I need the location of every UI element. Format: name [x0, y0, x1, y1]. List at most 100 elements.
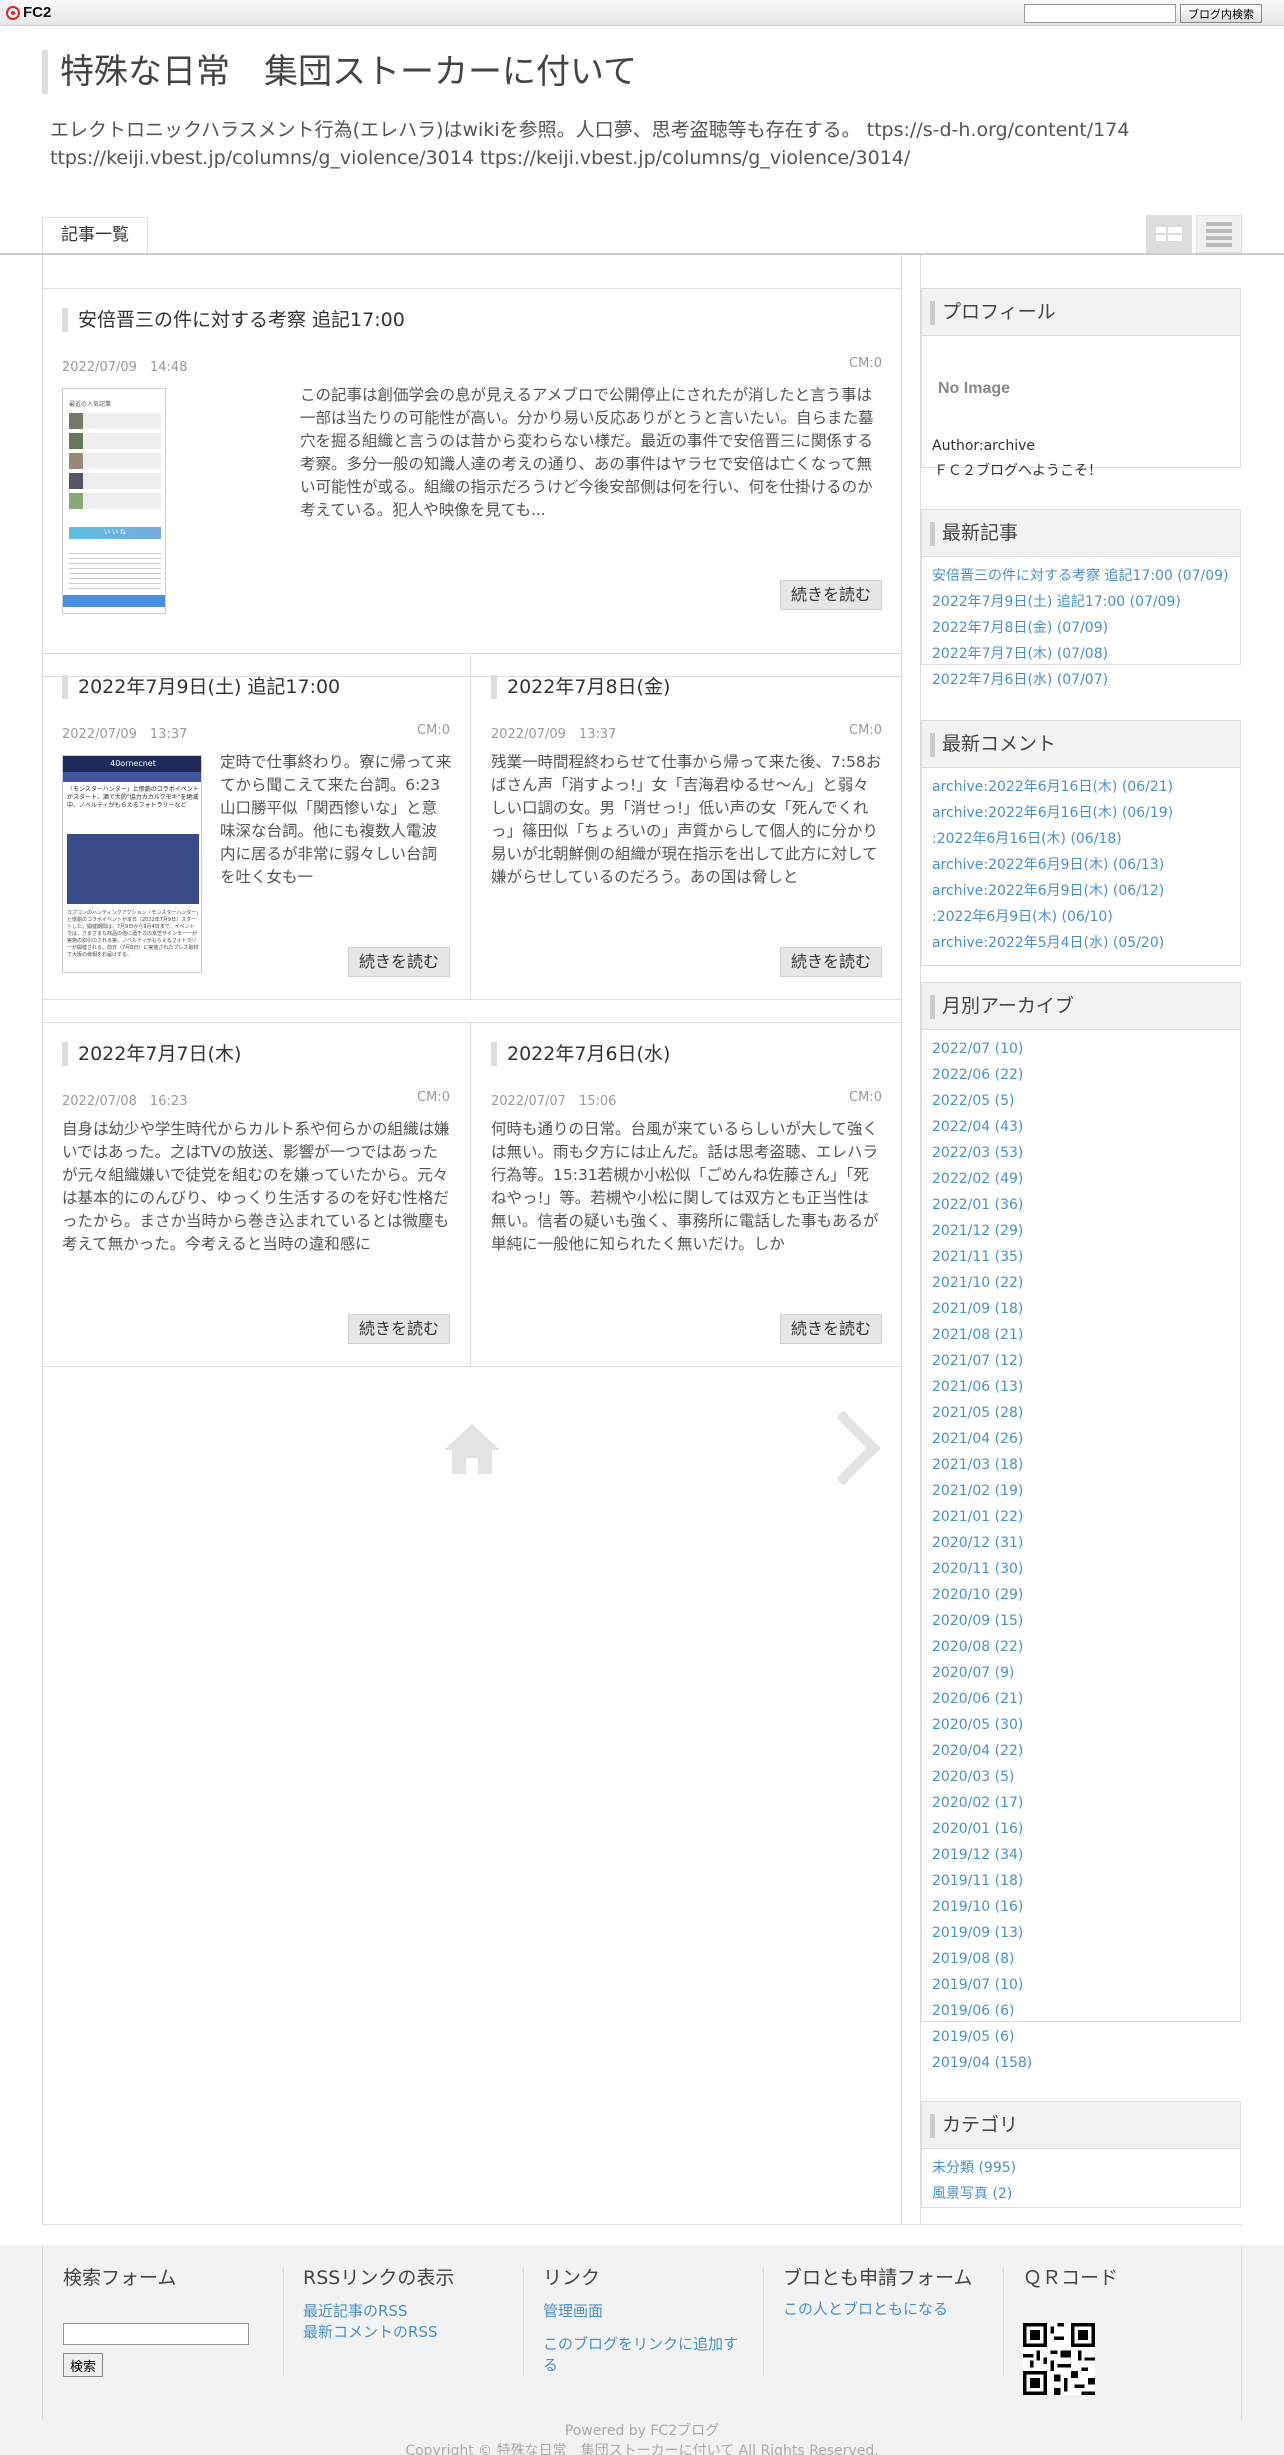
entry-title[interactable]: 2022年7月9日(土) 追記17:00 [62, 675, 340, 699]
archive-month-link[interactable]: 2022/01 (36) [932, 1197, 1023, 1213]
archive-month-link[interactable]: 2020/10 (29) [932, 1587, 1023, 1603]
archive-month-link[interactable]: 2020/01 (16) [932, 1821, 1023, 1837]
archive-month-link[interactable]: 2020/02 (17) [932, 1795, 1023, 1811]
archive-month-link[interactable]: 2019/06 (6) [932, 2003, 1014, 2019]
archive-month-link[interactable]: 2022/06 (22) [932, 1067, 1023, 1083]
archive-month-link[interactable]: 2020/04 (22) [932, 1743, 1023, 1759]
archive-month-link[interactable]: 2021/11 (35) [932, 1249, 1023, 1265]
rss-comments-link[interactable]: 最新コメントのRSS [303, 2322, 543, 2343]
archive-month: 2022/04 (43) [932, 1114, 1230, 1140]
archive-month: 2021/11 (35) [932, 1244, 1230, 1270]
archive-month-link[interactable]: 2021/05 (28) [932, 1405, 1023, 1421]
archive-month: 2019/08 (8) [932, 1946, 1230, 1972]
archive-month: 2019/06 (6) [932, 1998, 1230, 2024]
friend-request-link[interactable]: この人とブロともになる [783, 2299, 983, 2320]
recent-comment-link[interactable]: archive:2022年5月4日(水) (05/20) [932, 935, 1164, 951]
recent-entry: 2022年7月6日(水) (07/07) [932, 667, 1230, 693]
archive-month-link[interactable]: 2019/10 (16) [932, 1899, 1023, 1915]
archive-month-link[interactable]: 2022/03 (53) [932, 1145, 1023, 1161]
admin-link[interactable]: 管理画面 [543, 2301, 743, 2322]
recent-entry-link[interactable]: 安倍晋三の件に対する考察 追記17:00 (07/09) [932, 568, 1229, 584]
home-icon[interactable] [442, 1418, 502, 1478]
entry-title[interactable]: 2022年7月7日(木) [62, 1042, 241, 1066]
footer-search-input[interactable] [63, 2323, 249, 2345]
archive-month-link[interactable]: 2019/11 (18) [932, 1873, 1023, 1889]
tab-article-list[interactable]: 記事一覧 [42, 217, 148, 253]
archive-month-link[interactable]: 2019/05 (6) [932, 2029, 1014, 2045]
archive-month-link[interactable]: 2020/03 (5) [932, 1769, 1014, 1785]
entry-comment-count[interactable]: CM:0 [849, 723, 882, 738]
archive-month-link[interactable]: 2020/05 (30) [932, 1717, 1023, 1733]
fc2-logo[interactable]: FC2 [6, 4, 51, 21]
grid-view-icon[interactable] [1146, 215, 1192, 253]
archive-month-link[interactable]: 2019/12 (34) [932, 1847, 1023, 1863]
archive-month-link[interactable]: 2021/06 (13) [932, 1379, 1023, 1395]
archive-month-link[interactable]: 2019/09 (13) [932, 1925, 1023, 1941]
recent-entry-link[interactable]: 2022年7月8日(金) (07/09) [932, 620, 1108, 636]
archive-month-link[interactable]: 2021/07 (12) [932, 1353, 1023, 1369]
entry-excerpt: 定時で仕事終わり。寮に帰って来てから聞こえて来た台詞。6:23山口勝平似「関西惨… [220, 753, 452, 886]
archive-month-link[interactable]: 2020/12 (31) [932, 1535, 1023, 1551]
recent-comment-link[interactable]: archive:2022年6月16日(木) (06/21) [932, 779, 1173, 795]
category-item-link[interactable]: 風景写真 (2) [932, 2186, 1012, 2202]
add-link-link[interactable]: このブログをリンクに追加する [543, 2334, 743, 2376]
archive-month-link[interactable]: 2022/02 (49) [932, 1171, 1023, 1187]
blog-search-input[interactable] [1024, 4, 1176, 23]
archive-month-link[interactable]: 2020/08 (22) [932, 1639, 1023, 1655]
entry-comment-count[interactable]: CM:0 [417, 723, 450, 738]
archive-month-link[interactable]: 2021/03 (18) [932, 1457, 1023, 1473]
recent-entry-link[interactable]: 2022年7月7日(木) (07/08) [932, 646, 1108, 662]
archive-month-link[interactable]: 2021/02 (19) [932, 1483, 1023, 1499]
blog-title[interactable]: 特殊な日常 集団ストーカーに付いて [42, 50, 637, 94]
archive-month-link[interactable]: 2020/09 (15) [932, 1613, 1023, 1629]
footer-search-button[interactable]: 検索 [63, 2353, 104, 2377]
archive-month-link[interactable]: 2020/07 (9) [932, 1665, 1014, 1681]
entry-thumbnail[interactable]: 最近の人気記事 い い ね [62, 388, 166, 614]
archive-month: 2019/07 (10) [932, 1972, 1230, 1998]
entry-title[interactable]: 2022年7月6日(水) [491, 1042, 670, 1066]
entry-comment-count[interactable]: CM:0 [849, 356, 882, 371]
monthly-archive-plugin: 月別アーカイブ 2022/07 (10) 2022/06 (22) 2022/05 … [921, 982, 1241, 2071]
read-more-button[interactable]: 続きを読む [347, 1314, 450, 1344]
archive-month-link[interactable]: 2021/04 (26) [932, 1431, 1023, 1447]
powered-by[interactable]: Powered by FC2ブログ [0, 2420, 1284, 2440]
archive-month-link[interactable]: 2022/04 (43) [932, 1119, 1023, 1135]
archive-month-link[interactable]: 2020/11 (30) [932, 1561, 1023, 1577]
entry-comment-count[interactable]: CM:0 [849, 1090, 882, 1105]
archive-month-link[interactable]: 2020/06 (21) [932, 1691, 1023, 1707]
archive-month-link[interactable]: 2021/01 (22) [932, 1509, 1023, 1525]
recent-entry-link[interactable]: 2022年7月6日(水) (07/07) [932, 672, 1108, 688]
next-arrow-icon[interactable] [832, 1408, 882, 1488]
archive-month-link[interactable]: 2022/05 (5) [932, 1093, 1014, 1109]
blog-search-button[interactable]: ブログ内検索 [1180, 4, 1262, 23]
entry-thumbnail[interactable]: 40ornecnet 「モンスターハンター」と惨劇のコラボイベントがスタート、酒… [62, 755, 202, 973]
archive-month-link[interactable]: 2019/07 (10) [932, 1977, 1023, 1993]
read-more-button[interactable]: 続きを読む [779, 1314, 882, 1344]
archive-month-link[interactable]: 2021/08 (21) [932, 1327, 1023, 1343]
archive-month-link[interactable]: 2022/07 (10) [932, 1041, 1023, 1057]
recent-comment-link[interactable]: :2022年6月16日(木) (06/18) [932, 831, 1122, 847]
archive-month-link[interactable]: 2021/12 (29) [932, 1223, 1023, 1239]
read-more-button[interactable]: 続きを読む [779, 947, 882, 977]
recent-comment: archive:2022年6月9日(木) (06/13) [932, 852, 1230, 878]
archive-month: 2021/02 (19) [932, 1478, 1230, 1504]
archive-month-link[interactable]: 2021/09 (18) [932, 1301, 1023, 1317]
recent-comment-link[interactable]: archive:2022年6月9日(木) (06/12) [932, 883, 1164, 899]
category-item-link[interactable]: 未分類 (995) [932, 2160, 1016, 2176]
recent-comment-link[interactable]: :2022年6月9日(木) (06/10) [932, 909, 1113, 925]
archive-month-link[interactable]: 2019/08 (8) [932, 1951, 1014, 1967]
recent-comment-link[interactable]: archive:2022年6月16日(木) (06/19) [932, 805, 1173, 821]
entry-title[interactable]: 2022年7月8日(金) [491, 675, 670, 699]
recent-comment-link[interactable]: archive:2022年6月9日(木) (06/13) [932, 857, 1164, 873]
archive-month-link[interactable]: 2021/10 (22) [932, 1275, 1023, 1291]
read-more-button[interactable]: 続きを読む [779, 580, 882, 610]
divider [763, 2267, 764, 2377]
read-more-button[interactable]: 続きを読む [347, 947, 450, 977]
recent-entry-link[interactable]: 2022年7月9日(土) 追記17:00 (07/09) [932, 594, 1181, 610]
list-view-icon[interactable] [1196, 215, 1242, 253]
entry-comment-count[interactable]: CM:0 [417, 1090, 450, 1105]
entry-title[interactable]: 安倍晋三の件に対する考察 追記17:00 [62, 308, 405, 332]
archive-month: 2022/05 (5) [932, 1088, 1230, 1114]
rss-entries-link[interactable]: 最近記事のRSS [303, 2301, 543, 2322]
archive-month-link[interactable]: 2019/04 (158) [932, 2055, 1032, 2071]
